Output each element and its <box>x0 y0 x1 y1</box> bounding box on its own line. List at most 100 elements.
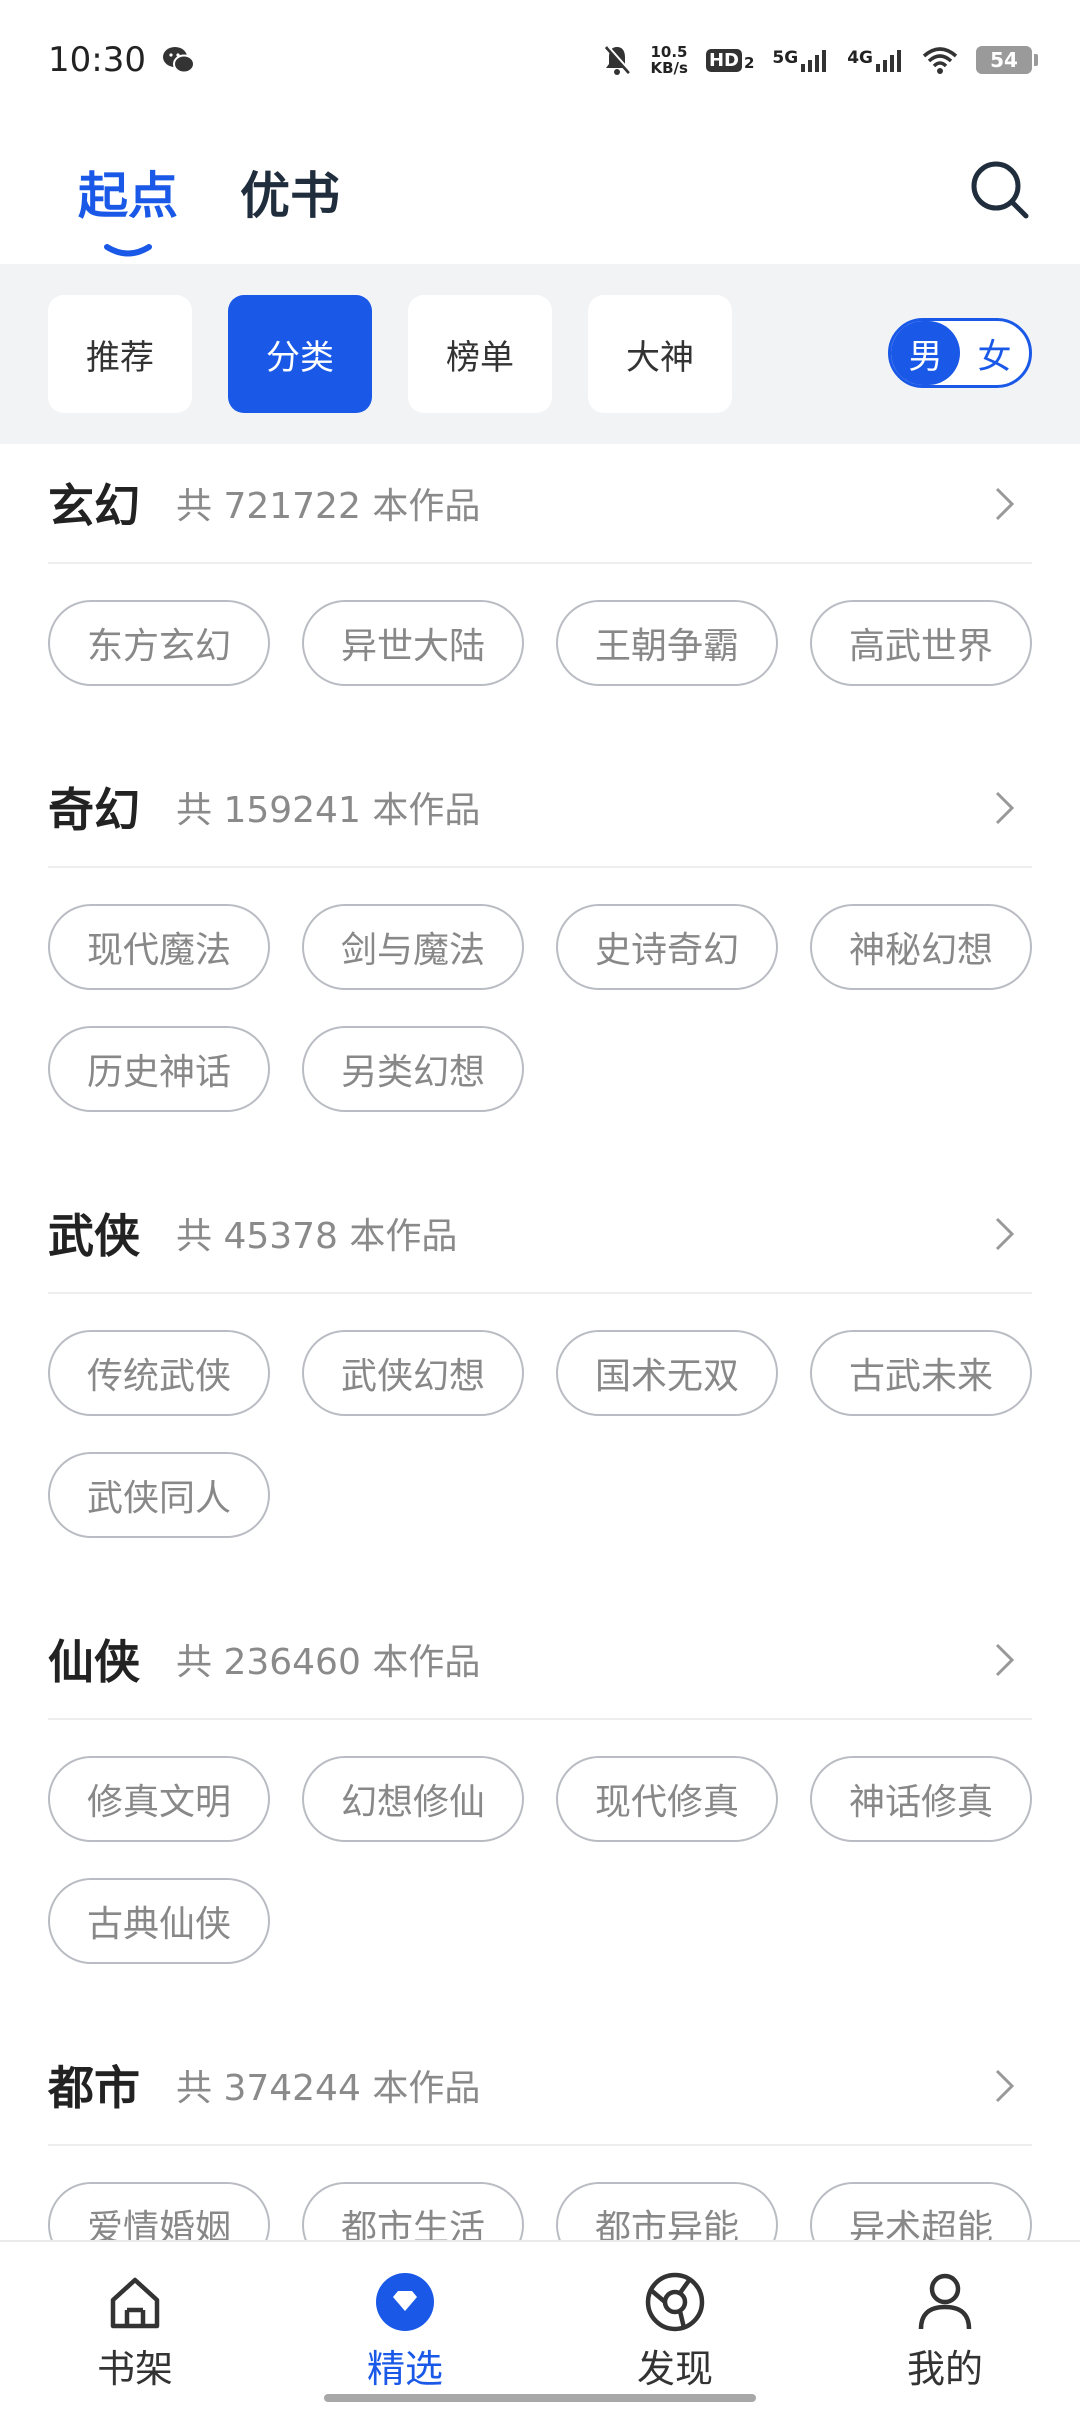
tag-list: 爱情婚姻 都市生活 都市异能 异术超能 <box>48 2146 1032 2240</box>
wechat-icon <box>162 45 196 75</box>
gender-female[interactable]: 女 <box>960 321 1029 385</box>
nav-featured-label: 精选 <box>366 2347 443 2391</box>
tag-chip[interactable]: 古典仙侠 <box>48 1878 270 1964</box>
hd-badge: HD 2 <box>705 48 755 72</box>
signal-bars-icon <box>876 50 901 72</box>
category-section: 奇幻 共 159241 本作品 现代魔法 剑与魔法 史诗奇幻 神秘幻想 历史神话… <box>0 748 1080 1174</box>
bottom-nav: 书架 精选 发现 我的 <box>0 2240 1080 2410</box>
category-name: 仙侠 <box>48 1635 140 1689</box>
chevron-right-icon <box>995 1643 1015 1677</box>
category-name: 都市 <box>48 2061 140 2115</box>
tag-list: 修真文明 幻想修仙 现代修真 神话修真 古典仙侠 <box>48 1720 1032 2026</box>
nav-bookshelf-label: 书架 <box>96 2347 173 2391</box>
filter-recommend[interactable]: 推荐 <box>48 295 192 413</box>
category-count: 共 159241 本作品 <box>176 790 481 831</box>
category-header[interactable]: 都市 共 374244 本作品 <box>48 2026 1032 2146</box>
tag-chip[interactable]: 都市生活 <box>302 2182 524 2240</box>
net-speed-value: 10.5 <box>650 43 688 61</box>
tag-chip[interactable]: 另类幻想 <box>302 1026 524 1112</box>
tag-chip[interactable]: 高武世界 <box>810 600 1032 686</box>
net-speed-unit: KB/s <box>650 59 688 77</box>
tag-chip[interactable]: 剑与魔法 <box>302 904 524 990</box>
signal-4g-label: 4G <box>847 48 873 68</box>
filter-masters[interactable]: 大神 <box>588 295 732 413</box>
category-name: 玄幻 <box>48 479 140 533</box>
filter-rankings[interactable]: 榜单 <box>408 295 552 413</box>
category-header[interactable]: 奇幻 共 159241 本作品 <box>48 748 1032 868</box>
tab-qidian[interactable]: 起点 <box>78 156 178 257</box>
tag-list: 东方玄幻 异世大陆 王朝争霸 高武世界 <box>48 564 1032 748</box>
chevron-right-icon <box>995 1217 1015 1251</box>
tag-chip[interactable]: 现代修真 <box>556 1756 778 1842</box>
category-list: 玄幻 共 721722 本作品 东方玄幻 异世大陆 王朝争霸 高武世界 奇幻 共… <box>0 444 1080 2240</box>
category-name: 奇幻 <box>48 783 140 837</box>
tab-youshu[interactable]: 优书 <box>240 156 340 228</box>
tag-chip[interactable]: 史诗奇幻 <box>556 904 778 990</box>
tag-chip[interactable]: 神秘幻想 <box>810 904 1032 990</box>
active-tab-underline <box>104 244 152 257</box>
tab-youshu-label: 优书 <box>240 167 340 225</box>
status-bar: 10:30 10.5 KB/s HD 2 5G 4G 54 <box>0 0 1080 120</box>
category-header[interactable]: 玄幻 共 721722 本作品 <box>48 444 1032 564</box>
signal-bars-icon <box>801 50 827 72</box>
filter-category[interactable]: 分类 <box>228 295 372 413</box>
category-section: 都市 共 374244 本作品 爱情婚姻 都市生活 都市异能 异术超能 <box>0 2026 1080 2240</box>
category-header[interactable]: 武侠 共 45378 本作品 <box>48 1174 1032 1294</box>
mute-icon <box>602 44 633 76</box>
tag-chip[interactable]: 异世大陆 <box>302 600 524 686</box>
tab-qidian-label: 起点 <box>78 167 178 225</box>
hd-sub: 2 <box>743 53 755 72</box>
nav-profile[interactable]: 我的 <box>810 2242 1080 2410</box>
gender-male[interactable]: 男 <box>891 321 960 385</box>
nav-featured[interactable]: 精选 <box>270 2242 540 2410</box>
nav-discover-label: 发现 <box>636 2347 713 2391</box>
net-speed: 10.5 KB/s <box>650 44 687 76</box>
battery-indicator: 54 <box>976 46 1038 74</box>
search-icon <box>971 161 1029 219</box>
category-section: 仙侠 共 236460 本作品 修真文明 幻想修仙 现代修真 神话修真 古典仙侠 <box>0 1600 1080 2026</box>
home-indicator[interactable] <box>324 2394 756 2402</box>
tag-chip[interactable]: 神话修真 <box>810 1756 1032 1842</box>
tag-chip[interactable]: 东方玄幻 <box>48 600 270 686</box>
nav-profile-label: 我的 <box>906 2347 983 2391</box>
nav-discover[interactable]: 发现 <box>540 2242 810 2410</box>
signal-5g: 5G <box>772 48 829 72</box>
category-section: 武侠 共 45378 本作品 传统武侠 武侠幻想 国术无双 古武未来 武侠同人 <box>0 1174 1080 1600</box>
tag-list: 传统武侠 武侠幻想 国术无双 古武未来 武侠同人 <box>48 1294 1032 1600</box>
chevron-right-icon <box>995 487 1015 521</box>
nav-bookshelf[interactable]: 书架 <box>0 2242 270 2410</box>
wifi-icon <box>922 46 958 74</box>
gender-toggle[interactable]: 男 女 <box>888 318 1032 388</box>
tag-chip[interactable]: 修真文明 <box>48 1756 270 1842</box>
tag-chip[interactable]: 历史神话 <box>48 1026 270 1112</box>
category-count: 共 236460 本作品 <box>176 1642 481 1683</box>
chevron-right-icon <box>995 2069 1015 2103</box>
top-tab-bar: 起点 优书 <box>0 120 1080 264</box>
tag-chip[interactable]: 传统武侠 <box>48 1330 270 1416</box>
tag-chip[interactable]: 古武未来 <box>810 1330 1032 1416</box>
diamond-icon <box>373 2270 437 2334</box>
tag-chip[interactable]: 幻想修仙 <box>302 1756 524 1842</box>
home-icon <box>103 2270 167 2334</box>
tag-chip[interactable]: 王朝争霸 <box>556 600 778 686</box>
tag-chip[interactable]: 现代魔法 <box>48 904 270 990</box>
tag-chip[interactable]: 爱情婚姻 <box>48 2182 270 2240</box>
user-icon <box>913 2270 977 2334</box>
compass-icon <box>643 2270 707 2334</box>
chevron-right-icon <box>995 791 1015 825</box>
signal-4g: 4G <box>847 48 904 72</box>
category-count: 共 45378 本作品 <box>176 1216 458 1257</box>
category-header[interactable]: 仙侠 共 236460 本作品 <box>48 1600 1032 1720</box>
tag-chip[interactable]: 武侠同人 <box>48 1452 270 1538</box>
filter-bar: 推荐 分类 榜单 大神 男 女 <box>0 264 1080 444</box>
tag-list: 现代魔法 剑与魔法 史诗奇幻 神秘幻想 历史神话 另类幻想 <box>48 868 1032 1174</box>
hd-label: HD <box>705 48 742 72</box>
tag-chip[interactable]: 国术无双 <box>556 1330 778 1416</box>
tag-chip[interactable]: 武侠幻想 <box>302 1330 524 1416</box>
search-button[interactable] <box>960 150 1040 230</box>
tag-chip[interactable]: 异术超能 <box>810 2182 1032 2240</box>
signal-5g-label: 5G <box>772 48 799 68</box>
tag-chip[interactable]: 都市异能 <box>556 2182 778 2240</box>
category-count: 共 374244 本作品 <box>176 2068 481 2109</box>
category-count: 共 721722 本作品 <box>176 486 481 527</box>
